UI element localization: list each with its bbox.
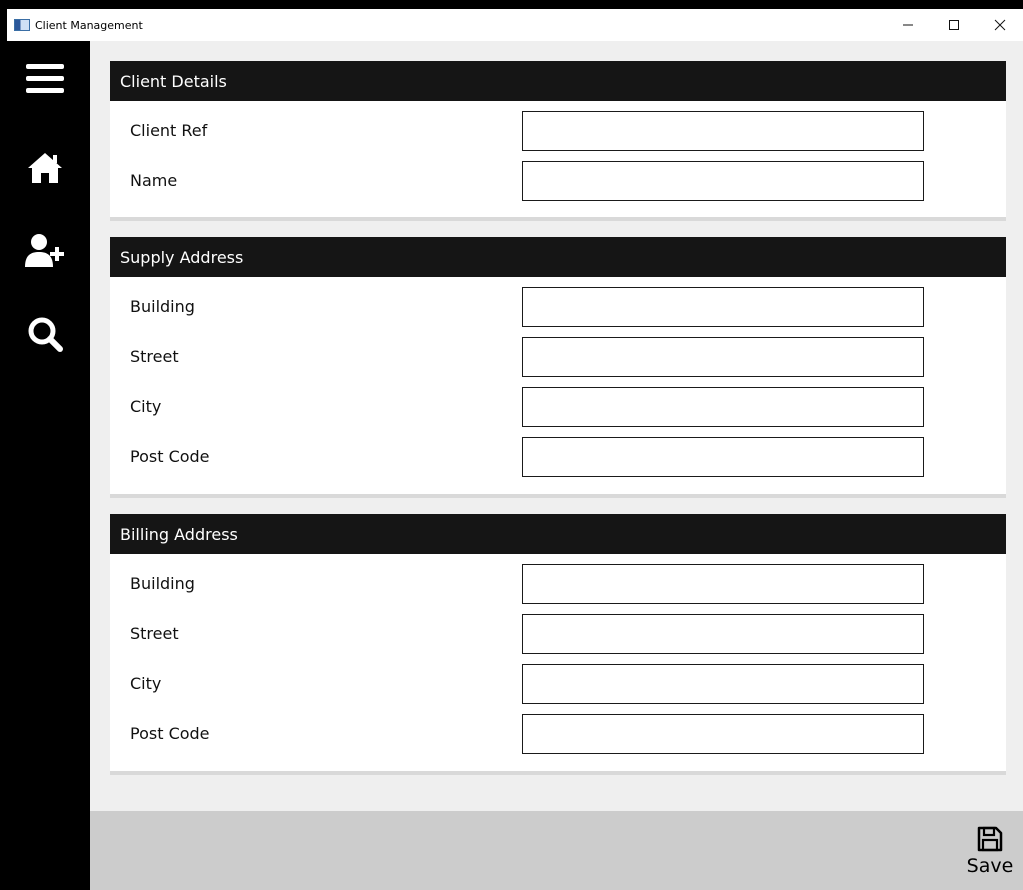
billing-address-section: Billing Address Building Street City Pos… (110, 514, 1006, 775)
minimize-button[interactable] (885, 9, 931, 41)
window-controls (885, 9, 1023, 41)
supply-street-input[interactable] (522, 337, 924, 377)
form-row: City (110, 664, 1006, 704)
client-details-section: Client Details Client Ref Name (110, 61, 1006, 221)
billing-street-label: Street (130, 624, 179, 643)
client-ref-input[interactable] (522, 111, 924, 151)
supply-post-code-input[interactable] (522, 437, 924, 477)
menu-button[interactable] (25, 59, 65, 99)
supply-post-code-label: Post Code (130, 447, 210, 466)
form-row: Street (110, 337, 1006, 377)
form-row: Street (110, 614, 1006, 654)
home-button[interactable] (25, 148, 65, 188)
supply-building-label: Building (130, 297, 195, 316)
floppy-disk-icon (977, 826, 1003, 852)
search-icon (28, 317, 63, 352)
section-header: Supply Address (110, 237, 1006, 277)
section-header: Billing Address (110, 514, 1006, 554)
search-button[interactable] (25, 314, 65, 354)
form-row: Client Ref (110, 111, 1006, 151)
app-window: Client Management Client Details Client … (7, 9, 1023, 890)
form-row: Building (110, 564, 1006, 604)
form-row: Building (110, 287, 1006, 327)
maximize-icon (949, 20, 959, 30)
billing-street-input[interactable] (522, 614, 924, 654)
hamburger-menu-icon (26, 64, 64, 93)
name-label: Name (130, 171, 178, 190)
add-user-icon (25, 234, 64, 267)
app-icon (14, 19, 30, 31)
billing-city-input[interactable] (522, 664, 924, 704)
billing-city-label: City (130, 674, 162, 693)
billing-post-code-label: Post Code (130, 724, 210, 743)
close-button[interactable] (977, 9, 1023, 41)
title-bar: Client Management (7, 9, 1023, 41)
footer-bar: Save (90, 811, 1023, 890)
sidebar (7, 41, 90, 890)
supply-building-input[interactable] (522, 287, 924, 327)
close-icon (994, 19, 1006, 31)
billing-post-code-input[interactable] (522, 714, 924, 754)
form-row: City (110, 387, 1006, 427)
supply-city-label: City (130, 397, 162, 416)
client-ref-label: Client Ref (130, 121, 208, 140)
form-content: Client Details Client Ref Name Supply Ad… (90, 41, 1023, 811)
form-row: Name (110, 161, 1006, 201)
billing-building-input[interactable] (522, 564, 924, 604)
billing-building-label: Building (130, 574, 195, 593)
add-client-button[interactable] (25, 231, 65, 271)
save-label: Save (966, 855, 1014, 877)
minimize-icon (903, 24, 913, 26)
section-header: Client Details (110, 61, 1006, 101)
supply-address-section: Supply Address Building Street City Post… (110, 237, 1006, 498)
supply-street-label: Street (130, 347, 179, 366)
name-input[interactable] (522, 161, 924, 201)
window-title: Client Management (35, 18, 143, 32)
supply-city-input[interactable] (522, 387, 924, 427)
save-button[interactable]: Save (963, 825, 1017, 887)
home-icon (28, 153, 62, 183)
form-row: Post Code (110, 714, 1006, 754)
form-row: Post Code (110, 437, 1006, 477)
maximize-button[interactable] (931, 9, 977, 41)
